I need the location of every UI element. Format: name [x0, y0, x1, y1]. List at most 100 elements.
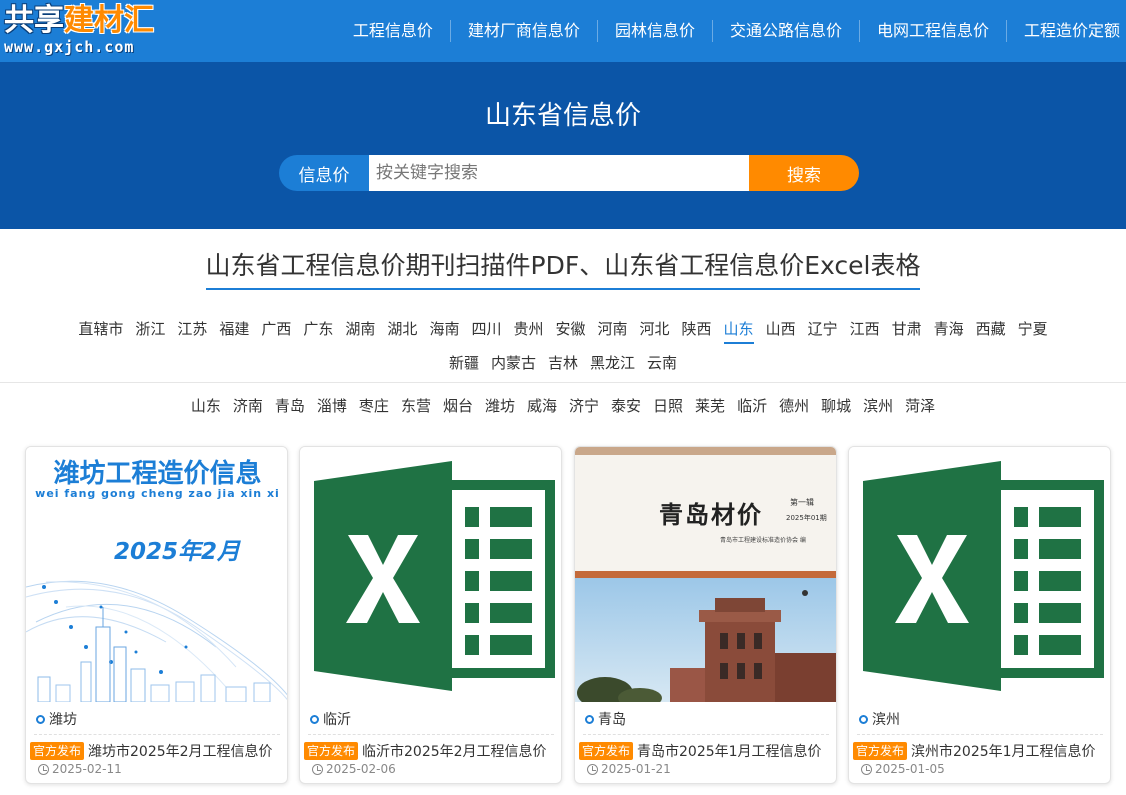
card-title[interactable]: 官方发布 潍坊市2025年2月工程信息价 — [30, 741, 287, 761]
search-category-tag[interactable]: 信息价 — [279, 155, 369, 191]
province-item[interactable]: 新疆 — [449, 346, 479, 380]
card-title-text: 青岛市2025年1月工程信息价 — [637, 744, 822, 760]
province-item[interactable]: 西藏 — [976, 312, 1006, 346]
province-item[interactable]: 广东 — [303, 312, 333, 346]
city-item[interactable]: 东营 — [401, 394, 431, 418]
card-date-text: 2025-01-05 — [875, 762, 945, 776]
card-date: 2025-02-11 — [38, 762, 122, 776]
province-item[interactable]: 直辖市 — [78, 312, 123, 346]
city-item[interactable]: 济宁 — [569, 394, 599, 418]
clock-icon — [312, 763, 323, 775]
excel-icon — [314, 461, 555, 691]
cover-top-band — [575, 447, 836, 455]
building-photo — [575, 578, 836, 702]
city-item[interactable]: 菏泽 — [905, 394, 935, 418]
price-card[interactable]: 潍坊工程造价信息 wei fang gong cheng zao jia xin… — [25, 446, 288, 784]
province-item[interactable]: 浙江 — [135, 312, 165, 346]
city-item[interactable]: 济南 — [233, 394, 263, 418]
province-item[interactable]: 辽宁 — [808, 312, 838, 346]
card-title[interactable]: 官方发布 青岛市2025年1月工程信息价 — [579, 741, 836, 761]
logo-url: www.gxjch.com — [4, 38, 135, 56]
city-item[interactable]: 日照 — [653, 394, 683, 418]
card-date: 2025-01-05 — [861, 762, 945, 776]
card-title-text: 潍坊市2025年2月工程信息价 — [88, 744, 273, 760]
city-item[interactable]: 青岛 — [275, 394, 305, 418]
province-item[interactable]: 湖南 — [345, 312, 375, 346]
card-title[interactable]: 官方发布 滨州市2025年1月工程信息价 — [853, 741, 1110, 761]
nav-engineering-price[interactable]: 工程信息价 — [336, 20, 450, 42]
province-item[interactable]: 福建 — [219, 312, 249, 346]
city-item[interactable]: 泰安 — [611, 394, 641, 418]
card-title[interactable]: 官方发布 临沂市2025年2月工程信息价 — [304, 741, 561, 761]
province-item[interactable]: 青海 — [934, 312, 964, 346]
province-item[interactable]: 陕西 — [682, 312, 712, 346]
card-city-text: 滨州 — [872, 712, 900, 728]
search-button[interactable]: 搜索 — [749, 155, 859, 191]
location-dot-icon — [859, 714, 868, 724]
city-item[interactable]: 淄博 — [317, 394, 347, 418]
city-item[interactable]: 德州 — [779, 394, 809, 418]
card-divider — [308, 734, 554, 735]
card-divider — [34, 734, 280, 735]
city-item[interactable]: 滨州 — [863, 394, 893, 418]
city-item[interactable]: 聊城 — [821, 394, 851, 418]
clock-icon — [38, 763, 49, 775]
price-card[interactable]: 青岛材价 第一辑 2025年01期 青岛市工程建设标准造价协会 编 青岛 官方发… — [574, 446, 837, 784]
province-item[interactable]: 内蒙古 — [491, 346, 536, 380]
province-item[interactable]: 黑龙江 — [590, 346, 635, 380]
card-date: 2025-02-06 — [312, 762, 396, 776]
nav-manufacturer-price[interactable]: 建材厂商信息价 — [449, 20, 597, 42]
province-item[interactable]: 吉林 — [548, 346, 578, 380]
city-item[interactable]: 临沂 — [737, 394, 767, 418]
city-item[interactable]: 莱芜 — [695, 394, 725, 418]
price-card[interactable]: 临沂 官方发布 临沂市2025年2月工程信息价 2025-02-06 — [299, 446, 562, 784]
page-heading-wrap: 山东省工程信息价期刊扫描件PDF、山东省工程信息价Excel表格 — [0, 246, 1126, 290]
city-filter: 山东 济南 青岛 淄博 枣庄 东营 烟台 潍坊 威海 济宁 泰安 日照 莱芜 临沂 德州 聊城 滨州 菏泽 — [0, 394, 1126, 418]
province-item[interactable]: 海南 — [429, 312, 459, 346]
province-item[interactable]: 宁夏 — [1018, 312, 1048, 346]
location-dot-icon — [310, 714, 319, 724]
province-item[interactable]: 四川 — [471, 312, 501, 346]
province-item[interactable]: 甘肃 — [892, 312, 922, 346]
cover-image-weifang: 潍坊工程造价信息 wei fang gong cheng zao jia xin… — [26, 447, 287, 702]
nav-cost-quota[interactable]: 工程造价定额 — [1005, 20, 1126, 42]
official-badge: 官方发布 — [853, 742, 908, 760]
city-item[interactable]: 潍坊 — [485, 394, 515, 418]
city-item[interactable]: 威海 — [527, 394, 557, 418]
province-item[interactable]: 山西 — [766, 312, 796, 346]
cover-divider-band — [575, 571, 836, 578]
province-item-active[interactable]: 山东 — [723, 316, 754, 344]
city-item[interactable]: 山东 — [191, 394, 221, 418]
province-filter: 直辖市 浙江 江苏 福建 广西 广东 湖南 湖北 海南 四川 贵州 安徽 河南 河北 陕西 山东 山西 辽宁 江西甘… — [0, 312, 1126, 380]
city-item[interactable]: 烟台 — [443, 394, 473, 418]
nav-power-grid-price[interactable]: 电网工程信息价 — [858, 20, 1006, 42]
province-item[interactable]: 广西 — [261, 312, 291, 346]
province-item[interactable]: 河南 — [598, 312, 628, 346]
official-badge: 官方发布 — [30, 742, 85, 760]
clock-icon — [861, 763, 872, 775]
card-date: 2025-01-21 — [587, 762, 671, 776]
page-title: 山东省工程信息价期刊扫描件PDF、山东省工程信息价Excel表格 — [205, 246, 921, 290]
search-bar: 信息价 搜索 — [279, 155, 859, 191]
province-item[interactable]: 安徽 — [555, 312, 585, 346]
official-badge: 官方发布 — [304, 742, 359, 760]
location-dot-icon — [36, 714, 45, 724]
logo-text-2: 建材汇 — [64, 3, 154, 38]
price-card[interactable]: 滨州 官方发布 滨州市2025年1月工程信息价 2025-01-05 — [848, 446, 1111, 784]
nav-landscape-price[interactable]: 园林信息价 — [596, 20, 712, 42]
province-item[interactable]: 贵州 — [513, 312, 543, 346]
province-item[interactable]: 湖北 — [387, 312, 417, 346]
main-nav: 工程信息价 建材厂商信息价 园林信息价 交通公路信息价 电网工程信息价 工程造价… — [336, 0, 1126, 62]
cover-period: 2025年01期 — [786, 514, 827, 522]
cover-issue: 第一辑 — [790, 498, 814, 507]
card-city-text: 青岛 — [598, 712, 626, 728]
province-item[interactable]: 河北 — [640, 312, 670, 346]
search-input[interactable] — [369, 155, 749, 191]
city-item[interactable]: 枣庄 — [359, 394, 389, 418]
nav-highway-price[interactable]: 交通公路信息价 — [711, 20, 859, 42]
card-date-text: 2025-02-06 — [326, 762, 396, 776]
site-logo[interactable]: 共享建材汇 www.gxjch.com — [4, 4, 179, 58]
province-item[interactable]: 江西 — [850, 312, 880, 346]
province-item[interactable]: 云南 — [647, 346, 677, 380]
province-item[interactable]: 江苏 — [177, 312, 207, 346]
